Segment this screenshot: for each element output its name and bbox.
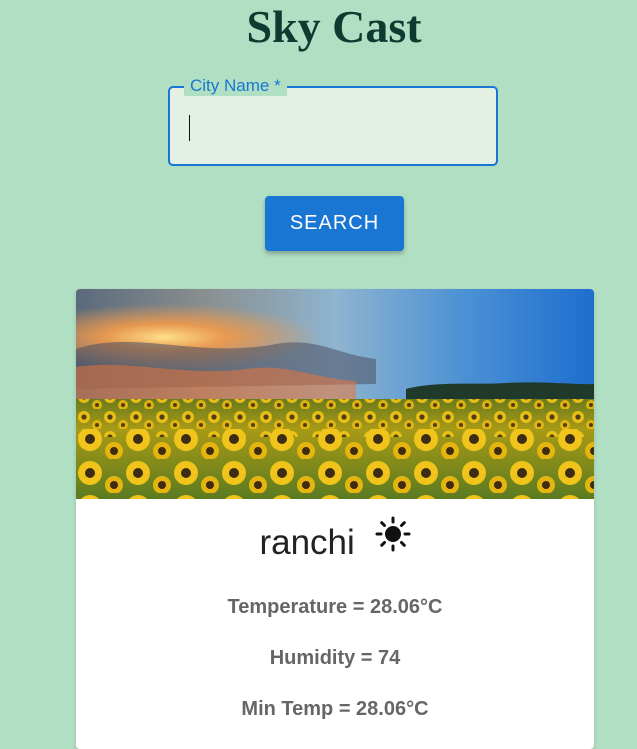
temperature-text: Temperature = 28.06°C — [227, 596, 443, 618]
sun-icon — [375, 516, 411, 552]
city-heading: ranchi — [76, 516, 594, 565]
city-name-input[interactable] — [170, 88, 496, 164]
humidity-text: Humidity = 74 — [269, 647, 401, 669]
search-button[interactable]: SEARCH — [265, 196, 404, 251]
city-name-field[interactable]: City Name * — [168, 76, 498, 166]
sunflower-field-image — [76, 289, 594, 499]
city-name: ranchi — [259, 522, 355, 562]
app-title: Sky Cast — [246, 1, 422, 52]
weather-card: ranchi Temperature = 28.06°C Humidity = … — [76, 289, 594, 749]
min-temp-text: Min Temp = 28.06°C — [241, 698, 429, 720]
